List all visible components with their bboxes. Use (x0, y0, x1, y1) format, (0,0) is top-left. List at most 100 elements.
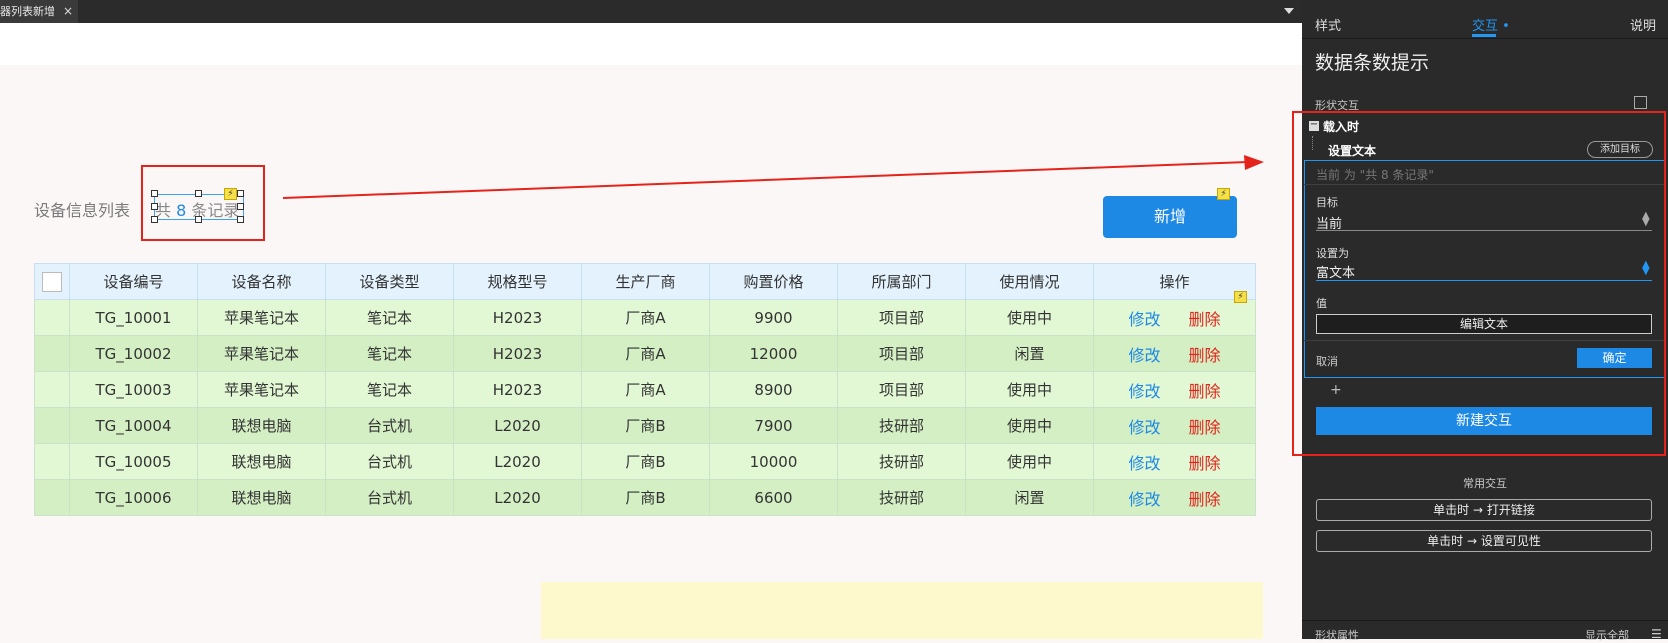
column-header: 所属部门 (837, 263, 966, 300)
inspector-panel: 样式 交互 • 说明 数据条数提示 形状交互 − 载入时 设置文本 添加目标 当… (1292, 0, 1668, 642)
actions-cell: 修改 删除 (1093, 371, 1256, 408)
show-all-link[interactable]: 显示全部 (1585, 627, 1629, 643)
actions-cell: 修改 删除 (1093, 407, 1256, 444)
table-row: TG_10006 联想电脑 台式机 L2020 厂商B 6600 技研部 闲置 … (34, 479, 1256, 516)
table-cell: 笔记本 (325, 335, 454, 372)
edit-link[interactable]: 修改 (1128, 418, 1160, 437)
row-select-cell (34, 443, 70, 480)
table-cell: 厂商A (581, 299, 710, 336)
table-cell: 台式机 (325, 479, 454, 516)
table-cell: TG_10005 (69, 443, 198, 480)
table-cell: 使用中 (965, 443, 1094, 480)
interaction-lightning-icon: ⚡ (1234, 291, 1247, 303)
divider (1302, 620, 1668, 621)
delete-link[interactable]: 删除 (1189, 310, 1221, 329)
delete-link[interactable]: 删除 (1189, 382, 1221, 401)
table-cell: TG_10006 (69, 479, 198, 516)
table-cell: 苹果笔记本 (197, 371, 326, 408)
annotation-highlight-frame (1292, 111, 1666, 456)
click-open-link-button[interactable]: 单击时 → 打开链接 (1316, 499, 1652, 521)
edit-link[interactable]: 修改 (1128, 490, 1160, 509)
table-cell: 苹果笔记本 (197, 335, 326, 372)
tab-notes[interactable]: 说明 (1630, 15, 1656, 34)
table-cell: 苹果笔记本 (197, 299, 326, 336)
row-select-cell (34, 371, 70, 408)
actions-cell: 修改 删除 (1093, 443, 1256, 480)
table-cell: 台式机 (325, 407, 454, 444)
collapse-icon[interactable] (1634, 96, 1647, 109)
table-row: TG_10005 联想电脑 台式机 L2020 厂商B 10000 技研部 使用… (34, 443, 1256, 480)
row-select-cell (34, 335, 70, 372)
actions-cell: 修改 删除 (1093, 479, 1256, 516)
tab-interaction[interactable]: 交互 • (1472, 15, 1510, 34)
table-cell: 联想电脑 (197, 407, 326, 444)
delete-link[interactable]: 删除 (1189, 346, 1221, 365)
column-header: 操作 (1093, 263, 1256, 300)
column-header: 使用情况 (965, 263, 1094, 300)
table-cell: 9900 (709, 299, 838, 336)
table-cell: 台式机 (325, 443, 454, 480)
edit-link[interactable]: 修改 (1128, 310, 1160, 329)
table-cell: L2020 (453, 407, 582, 444)
add-button[interactable]: 新增 (1103, 196, 1237, 238)
delete-link[interactable]: 删除 (1189, 418, 1221, 437)
interaction-lightning-icon: ⚡ (1217, 188, 1230, 200)
column-header: 规格型号 (453, 263, 582, 300)
table-cell: 厂商B (581, 479, 710, 516)
device-table: 设备编号 设备名称 设备类型 规格型号 生产厂商 购置价格 所属部门 使用情况 … (34, 263, 1256, 516)
column-header: 设备编号 (69, 263, 198, 300)
row-select-cell (34, 407, 70, 444)
table-cell: 项目部 (837, 299, 966, 336)
table-cell: 6600 (709, 479, 838, 516)
shape-properties-label: 形状属性 (1315, 629, 1359, 642)
table-cell: 厂商A (581, 335, 710, 372)
tab-style[interactable]: 样式 (1315, 15, 1341, 34)
widget-name[interactable]: 数据条数提示 (1315, 48, 1429, 75)
table-cell: 使用中 (965, 299, 1094, 336)
tab-interaction-label: 交互 (1472, 19, 1499, 34)
edit-link[interactable]: 修改 (1128, 454, 1160, 473)
table-cell: 技研部 (837, 407, 966, 444)
click-set-visibility-button[interactable]: 单击时 → 设置可见性 (1316, 530, 1652, 552)
table-cell: 12000 (709, 335, 838, 372)
table-cell: H2023 (453, 371, 582, 408)
divider (1302, 38, 1668, 39)
row-select-cell (34, 479, 70, 516)
column-header: 生产厂商 (581, 263, 710, 300)
select-all-checkbox[interactable] (42, 271, 62, 292)
table-cell: 闲置 (965, 479, 1094, 516)
delete-link[interactable]: 删除 (1189, 490, 1221, 509)
table-cell: 使用中 (965, 407, 1094, 444)
table-cell: 笔记本 (325, 371, 454, 408)
table-cell: 厂商B (581, 407, 710, 444)
table-cell: 项目部 (837, 371, 966, 408)
table-cell: 10000 (709, 443, 838, 480)
table-cell: TG_10003 (69, 371, 198, 408)
table-cell: 技研部 (837, 479, 966, 516)
table-cell: 笔记本 (325, 299, 454, 336)
active-dot-icon: • (1498, 19, 1510, 34)
column-header: 设备类型 (325, 263, 454, 300)
table-cell: 闲置 (965, 335, 1094, 372)
table-cell: TG_10001 (69, 299, 198, 336)
table-header-row: 设备编号 设备名称 设备类型 规格型号 生产厂商 购置价格 所属部门 使用情况 … (34, 263, 1256, 300)
table-cell: 技研部 (837, 443, 966, 480)
column-header: 购置价格 (709, 263, 838, 300)
table-cell: L2020 (453, 479, 582, 516)
select-all-cell (34, 263, 70, 300)
table-cell: 使用中 (965, 371, 1094, 408)
common-interactions-label: 常用交互 (1463, 477, 1507, 490)
table-cell: H2023 (453, 299, 582, 336)
table-cell: 项目部 (837, 335, 966, 372)
table-cell: 8900 (709, 371, 838, 408)
edit-link[interactable]: 修改 (1128, 346, 1160, 365)
delete-link[interactable]: 删除 (1189, 454, 1221, 473)
table-cell: 7900 (709, 407, 838, 444)
edit-link[interactable]: 修改 (1128, 382, 1160, 401)
active-tab-indicator (1472, 34, 1496, 37)
table-cell: TG_10004 (69, 407, 198, 444)
table-row: TG_10004 联想电脑 台式机 L2020 厂商B 7900 技研部 使用中… (34, 407, 1256, 444)
column-header: 设备名称 (197, 263, 326, 300)
table-cell: 联想电脑 (197, 479, 326, 516)
table-cell: H2023 (453, 335, 582, 372)
